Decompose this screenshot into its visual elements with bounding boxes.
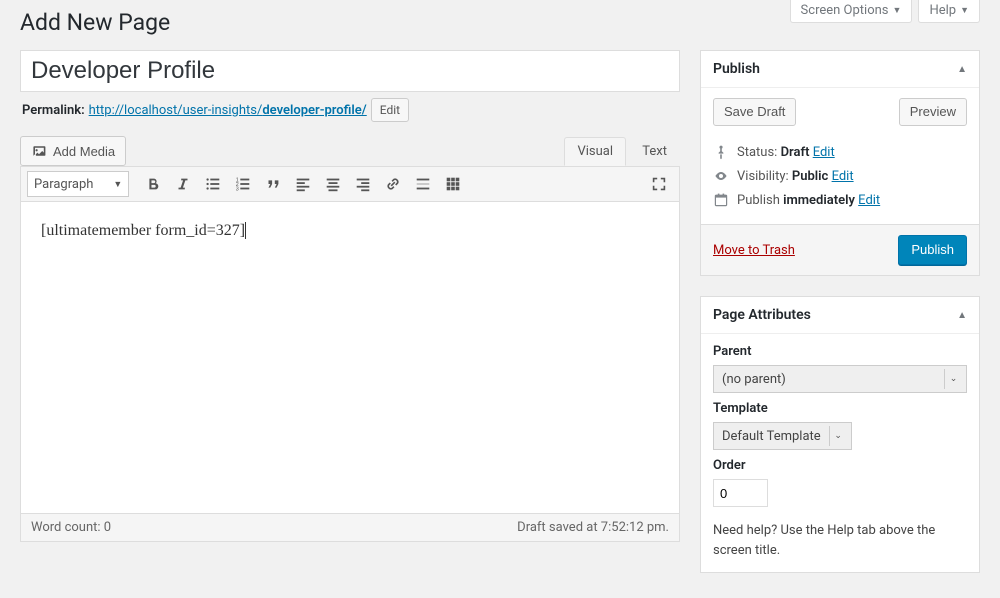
editor-toolbar: Paragraph ▼ 123 <box>20 166 680 202</box>
template-label: Template <box>713 401 967 416</box>
add-media-button[interactable]: Add Media <box>20 136 126 166</box>
editor-tabs: Visual Text <box>564 137 680 166</box>
edit-status-link[interactable]: Edit <box>813 145 835 160</box>
screen-options-toggle[interactable]: Screen Options ▼ <box>790 0 913 23</box>
edit-schedule-link[interactable]: Edit <box>858 193 880 208</box>
align-center-button[interactable] <box>319 171 347 197</box>
preview-button[interactable]: Preview <box>899 98 967 126</box>
tab-visual[interactable]: Visual <box>564 137 626 166</box>
numbered-list-button[interactable]: 123 <box>229 171 257 197</box>
attributes-help-text: Need help? Use the Help tab above the sc… <box>713 521 967 560</box>
svg-text:3: 3 <box>236 186 239 192</box>
format-select[interactable]: Paragraph ▼ <box>27 171 129 197</box>
media-icon <box>31 143 47 159</box>
save-draft-button[interactable]: Save Draft <box>713 98 796 126</box>
attributes-heading: Page Attributes <box>713 307 811 323</box>
editor-status-bar: Word count: 0 Draft saved at 7:52:12 pm. <box>20 514 680 542</box>
chevron-down-icon: ▼ <box>960 5 969 16</box>
tab-text[interactable]: Text <box>629 137 680 166</box>
chevron-down-icon: ▼ <box>893 5 902 16</box>
italic-button[interactable] <box>169 171 197 197</box>
edit-permalink-button[interactable]: Edit <box>371 98 409 122</box>
collapse-toggle[interactable]: ▲ <box>957 64 967 75</box>
calendar-icon <box>713 192 729 208</box>
eye-icon <box>713 168 729 184</box>
quote-button[interactable] <box>259 171 287 197</box>
template-select[interactable]: Default Template ⌄ <box>713 422 852 450</box>
order-input[interactable] <box>713 479 768 507</box>
parent-label: Parent <box>713 344 967 359</box>
help-label: Help <box>929 3 956 18</box>
move-to-trash-link[interactable]: Move to Trash <box>713 243 795 258</box>
permalink-row: Permalink: http://localhost/user-insight… <box>22 98 680 122</box>
publish-metabox: Publish ▲ Save Draft Preview Status: Dra… <box>700 50 980 276</box>
chevron-down-icon: ▼ <box>113 179 122 190</box>
publish-heading: Publish <box>713 61 760 77</box>
chevron-down-icon: ⌄ <box>829 426 847 446</box>
publish-button[interactable]: Publish <box>898 235 967 265</box>
page-attributes-metabox: Page Attributes ▲ Parent (no parent) ⌄ T… <box>700 296 980 573</box>
bold-button[interactable] <box>139 171 167 197</box>
collapse-toggle[interactable]: ▲ <box>957 310 967 321</box>
readmore-button[interactable] <box>409 171 437 197</box>
align-left-button[interactable] <box>289 171 317 197</box>
toolbar-toggle-button[interactable] <box>439 171 467 197</box>
permalink-label: Permalink: <box>22 103 85 118</box>
parent-select[interactable]: (no parent) ⌄ <box>713 365 967 393</box>
permalink-link[interactable]: http://localhost/user-insights/developer… <box>89 103 367 118</box>
link-button[interactable] <box>379 171 407 197</box>
content-editor[interactable]: [ultimatemember form_id=327] <box>20 202 680 514</box>
text-cursor <box>245 222 246 239</box>
autosave-message: Draft saved at 7:52:12 pm. <box>517 520 669 535</box>
screen-options-label: Screen Options <box>801 3 889 18</box>
help-toggle[interactable]: Help ▼ <box>918 0 980 23</box>
align-right-button[interactable] <box>349 171 377 197</box>
bullet-list-button[interactable] <box>199 171 227 197</box>
page-title-input[interactable] <box>20 50 680 92</box>
edit-visibility-link[interactable]: Edit <box>832 169 854 184</box>
chevron-down-icon: ⌄ <box>944 369 962 389</box>
pin-icon <box>713 144 729 160</box>
fullscreen-button[interactable] <box>645 171 673 197</box>
order-label: Order <box>713 458 967 473</box>
